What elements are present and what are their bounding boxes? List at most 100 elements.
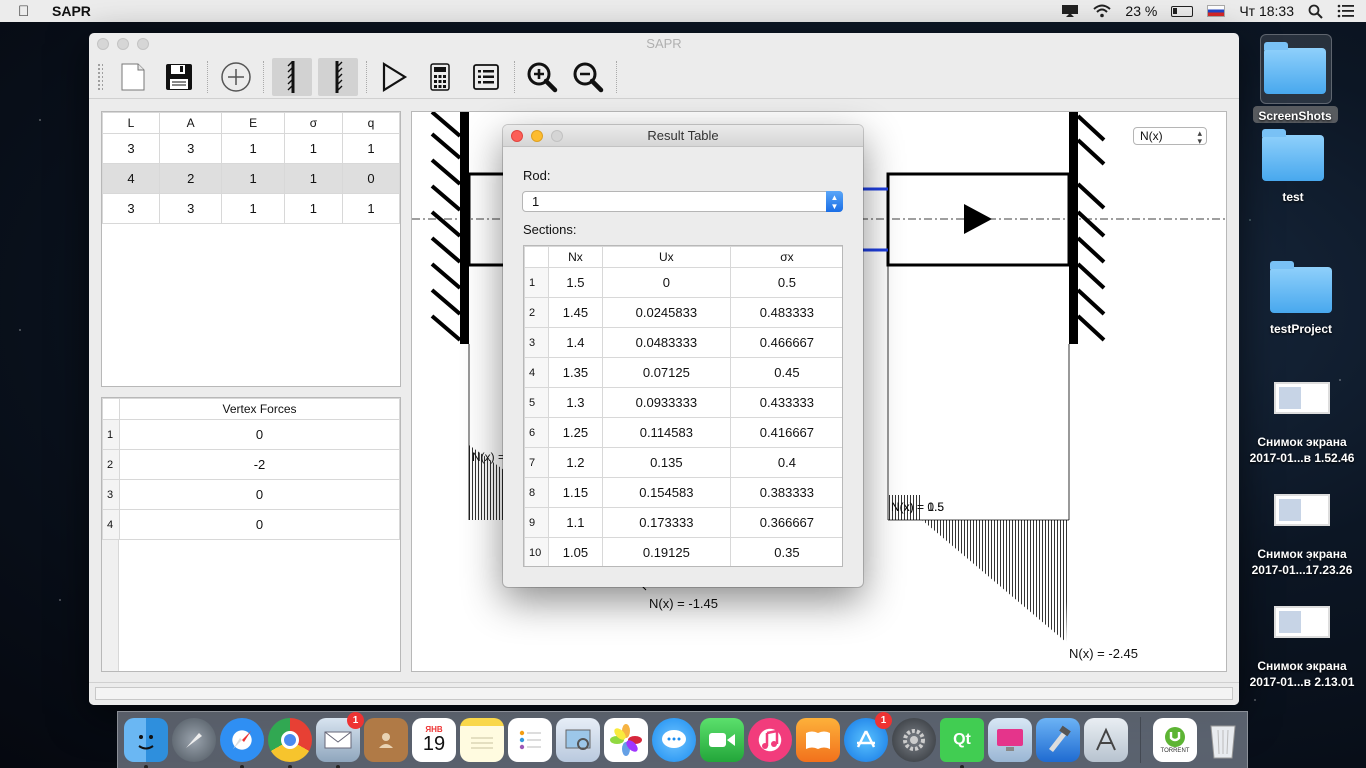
utorrent-icon[interactable]: TORRENT [1153, 718, 1197, 762]
table-row[interactable]: 9 1.1 0.173333 0.366667 [524, 507, 842, 538]
mail-icon[interactable]: 1 [316, 712, 364, 768]
dialog-close-button[interactable] [511, 130, 523, 142]
qt-creator-icon[interactable]: Qt [940, 718, 984, 768]
table-cell[interactable]: 1.25 [548, 417, 603, 448]
table-cell[interactable]: 1.2 [548, 447, 603, 478]
result-list-button[interactable] [466, 58, 506, 96]
column-header-sigma[interactable]: σ [283, 112, 343, 134]
table-cell[interactable]: 0 [119, 509, 400, 540]
table-cell[interactable]: 1 [221, 193, 285, 224]
table-cell[interactable]: 1 [341, 133, 401, 164]
new-file-button[interactable] [113, 58, 153, 96]
calculator-button[interactable] [420, 58, 460, 96]
desktop-folder-test[interactable]: test [1238, 129, 1348, 205]
vertex-forces-header[interactable]: Vertex Forces [119, 398, 400, 420]
maps-preview-icon[interactable] [556, 718, 600, 762]
notes-icon[interactable] [460, 718, 504, 762]
facetime-icon[interactable] [700, 718, 744, 762]
plot-type-select[interactable]: N(x) ▴ ▾ [1133, 127, 1207, 146]
system-preferences-icon[interactable] [892, 718, 936, 762]
zoom-in-button[interactable] [522, 58, 562, 96]
window-zoom-button[interactable] [137, 38, 149, 50]
table-cell[interactable]: 1.1 [548, 507, 603, 538]
app-menu-name[interactable]: SAPR [52, 3, 91, 19]
table-cell[interactable]: 0.4 [729, 447, 842, 478]
table-cell[interactable]: 0.07125 [601, 357, 731, 388]
toolbar-grip-icon[interactable] [97, 63, 103, 91]
run-button[interactable] [374, 58, 414, 96]
column-header-nx[interactable]: Nx [548, 246, 603, 268]
table-cell[interactable]: 3 [102, 193, 160, 224]
table-row[interactable]: 2 1.45 0.0245833 0.483333 [524, 297, 842, 328]
table-row[interactable]: 3 3 1 1 1 [102, 193, 401, 224]
safari-icon[interactable] [220, 718, 264, 768]
table-cell[interactable]: 0.0483333 [601, 327, 731, 358]
desktop-screenshot-file[interactable]: Снимок экрана 2017-01...в 2.13.01 [1242, 606, 1362, 690]
table-cell[interactable]: 3 [102, 133, 160, 164]
reminders-icon[interactable] [508, 718, 552, 762]
table-cell[interactable]: 0.154583 [601, 477, 731, 508]
instruments-icon[interactable] [1084, 718, 1128, 762]
window-minimize-button[interactable] [117, 38, 129, 50]
table-cell[interactable]: 1.05 [548, 537, 603, 566]
window-titlebar[interactable]: SAPR [89, 33, 1239, 55]
rod-select[interactable]: 1 ▲ ▼ [522, 191, 843, 212]
table-cell[interactable]: 1.35 [548, 357, 603, 388]
spotlight-search-icon[interactable] [1308, 4, 1323, 19]
table-cell[interactable]: 0.466667 [729, 327, 842, 358]
wifi-icon[interactable] [1093, 4, 1112, 18]
app-store-icon[interactable]: 1 [844, 712, 892, 762]
table-cell[interactable]: 0.483333 [729, 297, 842, 328]
table-cell[interactable]: 0.173333 [601, 507, 731, 538]
column-header-L[interactable]: L [102, 112, 160, 134]
dialog-zoom-button[interactable] [551, 130, 563, 142]
apple-icon[interactable]:  [18, 3, 40, 20]
table-cell[interactable]: 1.4 [548, 327, 603, 358]
desktop-folder-screenshots[interactable]: ScreenShots [1240, 42, 1350, 124]
save-button[interactable] [159, 58, 199, 96]
dialog-minimize-button[interactable] [531, 130, 543, 142]
chrome-icon[interactable] [268, 718, 312, 768]
zoom-out-button[interactable] [568, 58, 608, 96]
ibooks-icon[interactable] [796, 718, 840, 762]
table-cell[interactable]: 0.35 [729, 537, 842, 566]
messages-icon[interactable] [652, 718, 696, 762]
finder-icon[interactable] [124, 718, 168, 768]
desktop-folder-testproject[interactable]: testProject [1246, 261, 1356, 337]
table-cell[interactable]: 0.383333 [729, 477, 842, 508]
dialog-titlebar[interactable]: Result Table [503, 125, 863, 147]
table-cell[interactable]: 0 [119, 419, 400, 450]
column-header-A[interactable]: A [158, 112, 223, 134]
table-cell[interactable]: 0 [601, 267, 731, 298]
desktop-screenshot-file[interactable]: Снимок экрана 2017-01...17.23.26 [1242, 494, 1362, 578]
display-icon[interactable] [1061, 4, 1079, 18]
table-cell[interactable]: 0.114583 [601, 417, 731, 448]
table-cell[interactable]: 3 [158, 193, 223, 224]
table-cell[interactable]: -2 [119, 449, 400, 480]
table-cell[interactable]: 1 [283, 193, 343, 224]
add-rod-button[interactable] [216, 58, 256, 96]
table-cell[interactable]: 0.366667 [729, 507, 842, 538]
menubar-clock[interactable]: Чт 18:33 [1239, 3, 1294, 19]
right-support-button[interactable] [318, 58, 358, 96]
table-row[interactable]: 4 0 [102, 509, 400, 540]
battery-icon[interactable] [1171, 5, 1194, 17]
table-cell[interactable]: 3 [158, 133, 223, 164]
table-row[interactable]: 8 1.15 0.154583 0.383333 [524, 477, 842, 508]
table-cell[interactable]: 0.19125 [601, 537, 731, 566]
table-row[interactable]: 3 1.4 0.0483333 0.466667 [524, 327, 842, 358]
trash-icon[interactable] [1201, 718, 1245, 762]
xcode-icon[interactable] [1036, 718, 1080, 762]
window-close-button[interactable] [97, 38, 109, 50]
table-cell[interactable]: 4 [102, 163, 160, 194]
table-cell[interactable]: 1.15 [548, 477, 603, 508]
table-row[interactable]: 5 1.3 0.0933333 0.433333 [524, 387, 842, 418]
table-row[interactable]: 4 1.35 0.07125 0.45 [524, 357, 842, 388]
column-header-sigma-x[interactable]: σx [729, 246, 842, 268]
table-cell[interactable]: 1.5 [548, 267, 603, 298]
table-row[interactable]: 6 1.25 0.114583 0.416667 [524, 417, 842, 448]
calendar-icon[interactable]: ЯНВ 19 [412, 718, 456, 762]
table-cell[interactable]: 1.45 [548, 297, 603, 328]
table-cell[interactable]: 1 [283, 133, 343, 164]
table-cell[interactable]: 1 [341, 193, 401, 224]
